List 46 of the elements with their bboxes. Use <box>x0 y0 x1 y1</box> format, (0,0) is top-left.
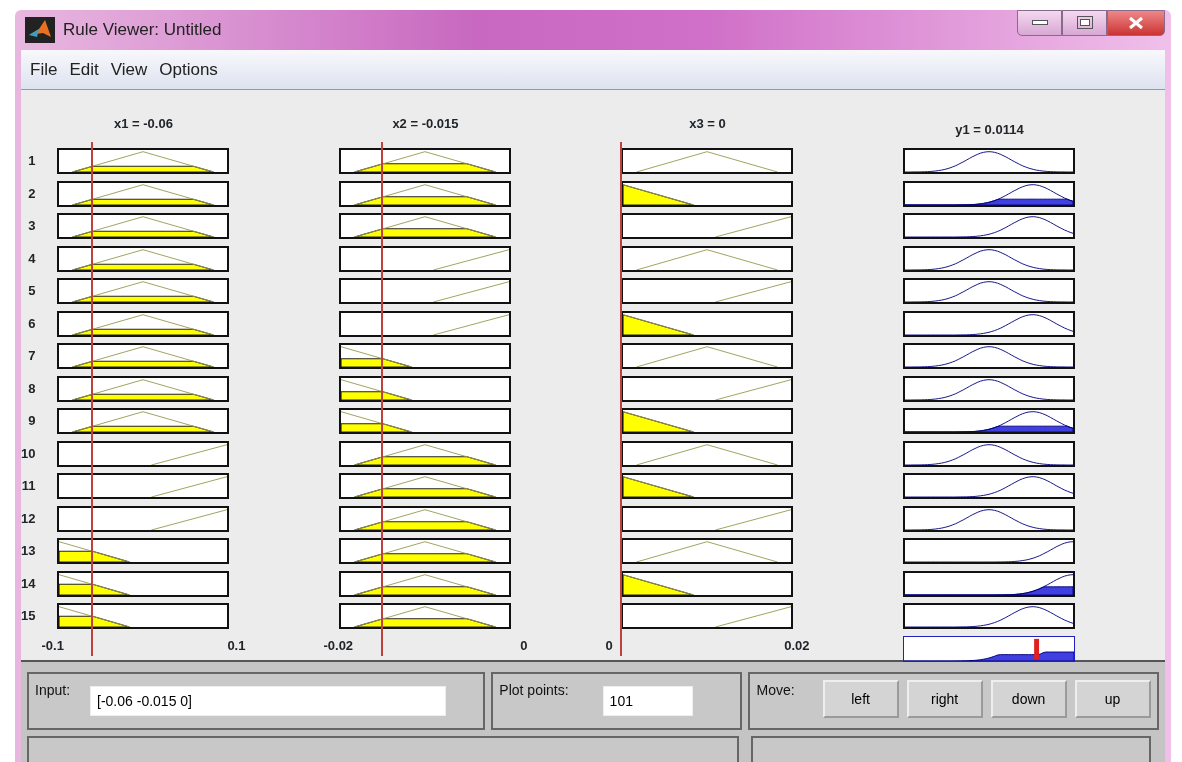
maximize-icon <box>1076 16 1093 30</box>
menu-item[interactable]: Edit <box>64 56 104 83</box>
variable-label: x1 = -0.06 <box>113 115 174 133</box>
move-button[interactable]: left <box>822 680 899 718</box>
rule-number: 4 <box>27 249 37 268</box>
rule-number: 13 <box>21 542 37 560</box>
maximize-button[interactable] <box>1062 10 1107 36</box>
axis-min-label: -0.02 <box>323 636 354 655</box>
minimize-icon <box>1031 20 1048 26</box>
move-button[interactable]: down <box>990 680 1067 718</box>
axis-min-label: 0 <box>605 636 613 655</box>
rule-number: 15 <box>21 607 37 625</box>
rule-number: 3 <box>27 217 37 235</box>
move-button[interactable]: right <box>906 680 983 718</box>
rule-number: 14 <box>21 574 37 593</box>
rule-number: 6 <box>27 314 37 333</box>
rule-number: 11 <box>21 477 37 495</box>
plot-points-field[interactable]: 101 <box>602 686 693 716</box>
window-title: Rule Viewer: Untitled <box>63 19 222 42</box>
close-button[interactable] <box>1107 10 1165 36</box>
axis-min-label: -0.1 <box>41 636 64 655</box>
axis-max-label: 0.1 <box>227 636 246 655</box>
menu-item[interactable]: View <box>105 56 153 83</box>
input-field[interactable]: [-0.06 -0.015 0] <box>90 686 447 716</box>
rule-number: 7 <box>27 347 37 365</box>
variable-label: x2 = -0.015 <box>391 115 460 133</box>
rule-number: 12 <box>21 509 37 528</box>
axis-max-label: 0 <box>520 636 528 655</box>
app-logo-icon <box>25 17 55 43</box>
menu-item[interactable]: Options <box>154 56 223 83</box>
close-icon <box>1128 16 1144 30</box>
plot-points-label: Plot points: <box>499 681 569 700</box>
menu-item[interactable]: File <box>25 56 63 83</box>
variable-label: y1 = 0.0114 <box>954 121 1025 139</box>
move-button[interactable]: up <box>1074 680 1151 718</box>
rule-number: 9 <box>27 412 37 430</box>
rule-number: 10 <box>21 444 37 463</box>
rule-number: 1 <box>27 152 37 170</box>
variable-label: x3 = 0 <box>688 115 727 133</box>
rule-number: 8 <box>27 379 37 398</box>
input-label: Input: <box>35 681 71 700</box>
rule-number: 5 <box>27 282 37 300</box>
axis-max-label: 0.02 <box>784 636 810 655</box>
move-label: Move: <box>756 681 795 700</box>
rule-number: 2 <box>27 184 37 203</box>
minimize-button[interactable] <box>1017 10 1062 36</box>
